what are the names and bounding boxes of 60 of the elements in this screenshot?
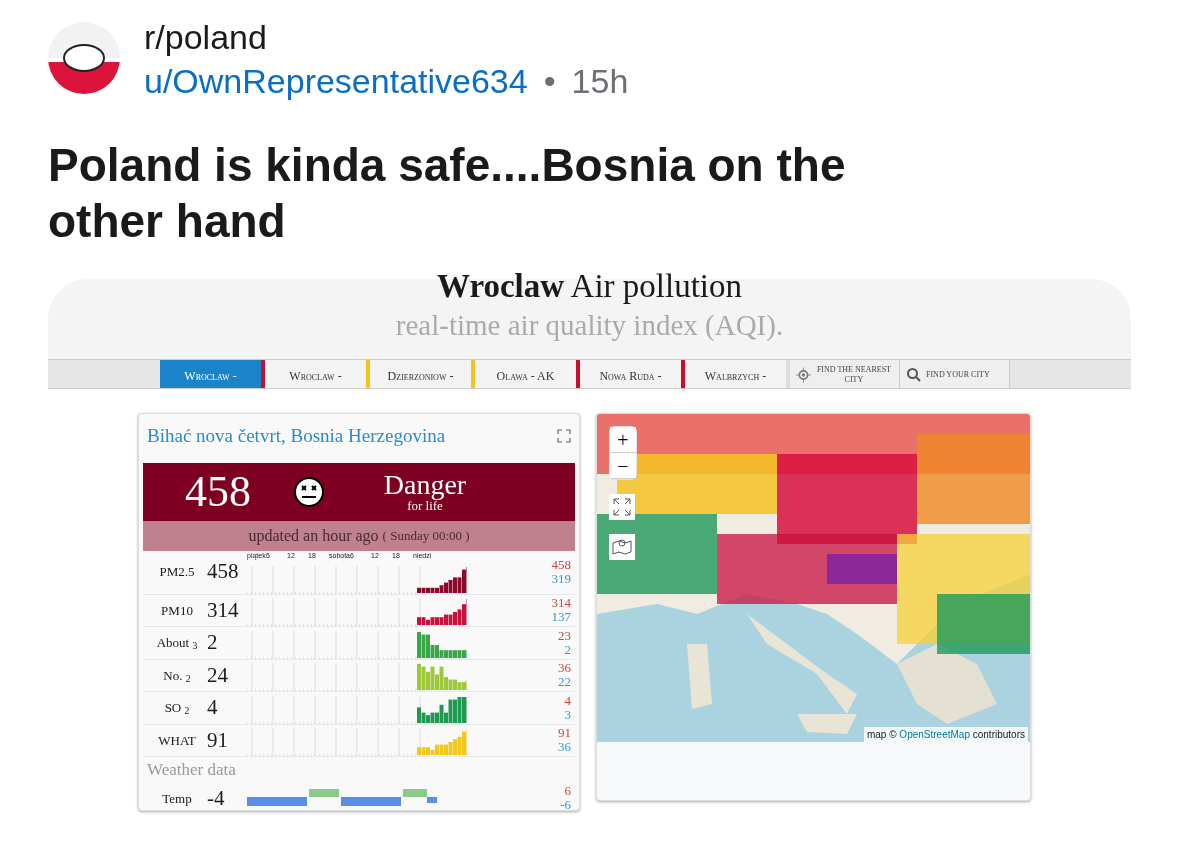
danger-level: Danger — [382, 471, 468, 499]
find-nearest-button[interactable]: FIND THE NEAREST CITY — [790, 360, 900, 388]
pollutant-name: PM2.5 — [158, 563, 196, 582]
author-link[interactable]: u/OwnRepresentative634 — [144, 60, 528, 102]
pollutant-value: 458 — [207, 558, 240, 586]
min-value: -6 — [559, 798, 571, 810]
min-value: 22 — [557, 675, 571, 690]
max-value: 458 — [550, 558, 571, 572]
city-tab[interactable]: Wroclaw - — [160, 360, 265, 388]
pollutant-value: 2 — [207, 629, 219, 656]
pollutant-name: PM10 — [160, 601, 194, 620]
weather-heading: Weather data — [146, 759, 237, 781]
weather-name: Temp — [161, 789, 193, 808]
min-value: 36 — [557, 740, 571, 755]
city-tab[interactable]: Dzierzoniow - — [370, 360, 475, 388]
subreddit-avatar[interactable] — [48, 22, 120, 94]
max-value: 4 — [563, 693, 571, 708]
max-value: 23 — [557, 628, 571, 643]
fullscreen-icon[interactable] — [609, 494, 635, 520]
page-subtitle: real-time air quality index (AQI). — [394, 308, 785, 343]
pollutant-value: 24 — [207, 661, 229, 689]
pollutant-value: 4 — [207, 694, 219, 721]
osm-link[interactable]: OpenStreetMap — [899, 729, 970, 740]
max-value: 314 — [550, 596, 571, 611]
city-tab[interactable]: Wroclaw - — [265, 360, 370, 388]
pollutant-name: WHAT — [157, 731, 197, 750]
max-value: 6 — [563, 784, 571, 799]
target-icon — [796, 366, 811, 384]
city-tab[interactable]: Olawa - AK — [475, 360, 580, 388]
separator-dot: • — [543, 61, 556, 102]
pollutant-name: No. $_{2}$ — [162, 666, 192, 685]
post-age: 15h — [571, 61, 629, 102]
max-value: 91 — [557, 726, 571, 741]
min-value: 319 — [550, 572, 571, 586]
search-icon — [906, 367, 922, 383]
weather-value: -4 — [207, 784, 226, 810]
level-note: for life — [407, 499, 443, 512]
pollutant-value: 314 — [207, 596, 240, 624]
pollutant-name: About $_{3}$ — [155, 634, 199, 653]
map-attribution: map © OpenStreetMap contributors — [863, 727, 1028, 742]
min-value: 137 — [550, 610, 571, 625]
city-tab[interactable]: Nowa Ruda - — [580, 360, 685, 388]
city-tab[interactable]: Walbrzych - — [685, 360, 790, 388]
subreddit-name[interactable]: r/poland — [144, 18, 629, 56]
min-value: 2 — [563, 642, 571, 657]
post-title: Poland is kinda safe....Bosnia on the other hand — [48, 138, 847, 249]
pollutant-name: SO $_{2}$ — [163, 699, 191, 718]
aqi-value: 458 — [184, 465, 252, 518]
find-city-button[interactable]: FIND YOUR CITY — [900, 360, 1010, 388]
min-value: 3 — [563, 707, 571, 722]
max-value: 36 — [557, 661, 571, 676]
updated-time: ( Sunday 00:00 ) — [382, 526, 470, 545]
zoom-in-button[interactable]: + — [610, 427, 636, 453]
map-layers-icon[interactable] — [609, 534, 635, 560]
dizzy-face-icon — [293, 475, 325, 508]
updated-text: updated an hour ago — [248, 525, 379, 547]
pollutant-value: 91 — [207, 726, 229, 754]
zoom-out-button[interactable]: − — [610, 453, 636, 479]
station-name[interactable]: Bihać nova četvrt, Bosnia Herzegovina — [147, 422, 446, 451]
page-heading: Wroclaw Air pollution — [437, 267, 742, 305]
